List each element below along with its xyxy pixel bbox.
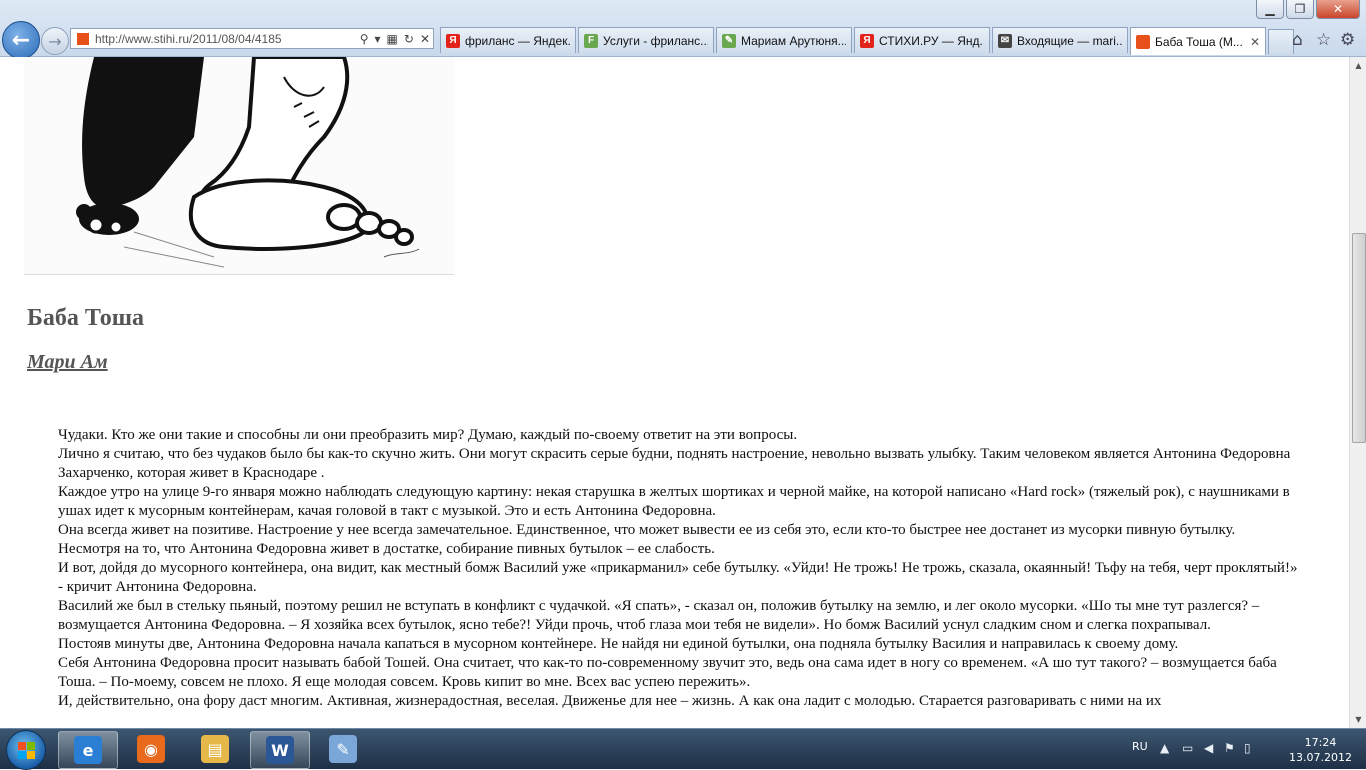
explorer-icon: ▤ [201,735,229,763]
close-window-button[interactable]: ✕ [1316,0,1360,19]
paint-icon: ✎ [329,735,357,763]
search-icon[interactable]: ⚲ [360,32,369,46]
browser-tab[interactable]: ✉ Входящие — mari... [992,27,1128,53]
tab-label: Входящие — mari... [1017,33,1122,48]
poem-paragraph: Василий же был в стельку пьяный, поэтому… [58,598,1260,633]
word-icon: W [266,736,294,764]
new-tab-button[interactable] [1268,29,1294,54]
tab-favicon-icon: F [584,33,598,48]
tab-favicon-icon: Я [446,33,460,48]
tab-label: фриланс — Яндек... [465,33,570,48]
tab-favicon-icon: ✉ [998,33,1012,48]
dropdown-arrow-icon[interactable]: ▾ [375,32,381,46]
site-favicon-icon [77,32,89,45]
start-button[interactable] [6,730,46,770]
url-text[interactable]: http://www.stihi.ru/2011/08/04/4185 [95,32,357,46]
network-icon[interactable]: ▭ [1182,741,1193,755]
tab-label: Услуги - фриланс... [603,33,708,48]
clock-time: 17:24 [1304,736,1337,749]
taskbar-app-firefox[interactable]: ◉ [122,731,180,767]
poem-paragraph: Чудаки. Кто же они такие и способны ли о… [58,427,798,443]
clock-date: 13.07.2012 [1289,751,1352,764]
maximize-button[interactable]: ❐ [1286,0,1314,19]
browser-tab[interactable]: ✎ Мариам Арутюня... [716,27,852,53]
taskbar-app-paint[interactable]: ✎ [314,731,372,767]
tab-label: СТИХИ.РУ — Янд... [879,33,984,48]
power-icon[interactable]: ▯ [1244,741,1251,755]
volume-icon[interactable]: ◀ [1204,741,1213,755]
browser-tab[interactable]: Яфриланс — Яндек... [440,27,576,53]
poem-body: Чудаки. Кто же они такие и способны ли о… [58,426,1298,711]
window-controls: ▁ ❐ ✕ [1256,0,1360,19]
address-bar[interactable]: http://www.stihi.ru/2011/08/04/4185 ⚲ ▾ … [70,28,434,49]
taskbar-app-ie[interactable]: e [58,731,118,769]
home-icon[interactable]: ⌂ [1292,30,1303,50]
system-tray: RU ▲ ▭ ◀ ⚑ ▯ 17:24 13.07.2012 [1116,729,1366,769]
scroll-down-arrow-icon[interactable]: ▼ [1350,711,1366,728]
minimize-button[interactable]: ▁ [1256,0,1284,19]
poem-paragraph: Лично я считаю, что без чудаков было бы … [58,446,1291,481]
forward-arrow-icon: → [48,31,62,51]
author-link[interactable]: Мари Ам [27,351,108,374]
browser-chrome: ▁ ❐ ✕ ← → http://www.stihi.ru/2011/08/04… [0,0,1366,59]
tab-label: Баба Тоша (М... [1155,34,1243,49]
browser-tab[interactable]: F Услуги - фриланс... [578,27,714,53]
page-viewport: Баба Тоша Мари Ам Чудаки. Кто же они так… [0,57,1349,728]
back-button[interactable]: ← [2,21,40,59]
scroll-up-arrow-icon[interactable]: ▲ [1350,57,1366,74]
tab-strip: Яфриланс — Яндек... F Услуги - фриланс... ✎… [440,27,1294,55]
tools-gear-icon[interactable]: ⚙ [1340,30,1355,50]
windows-logo-icon [18,742,26,750]
show-hidden-icons-icon[interactable]: ▲ [1160,741,1169,755]
browser-tab[interactable]: Я СТИХИ.РУ — Янд... [854,27,990,53]
compatibility-view-icon[interactable]: ▦ [387,32,398,46]
taskbar: e ◉ ▤ W ✎ RU ▲ ▭ ◀ ⚑ ▯ 17:24 13.07.2012 [0,728,1366,770]
poem-paragraph: И, действительно, она фору даст многим. … [58,693,1162,709]
taskbar-app-word[interactable]: W [250,731,310,769]
firefox-icon: ◉ [137,735,165,763]
tab-favicon-icon: ✎ [722,33,736,48]
browser-tab[interactable]: Баба Тоша (М... ✕ [1130,27,1266,55]
forward-button[interactable]: → [41,27,69,55]
action-center-flag-icon[interactable]: ⚑ [1224,741,1235,755]
vertical-scrollbar[interactable]: ▲ ▼ [1349,57,1366,728]
poem-title: Баба Тоша [27,305,145,331]
tab-label: Мариам Арутюня... [741,33,846,48]
poem-paragraph: И вот, дойдя до мусорного контейнера, он… [58,560,1298,595]
back-arrow-icon: ← [11,27,31,53]
poem-paragraph: Она всегда живет на позитиве. Настроение… [58,522,1236,557]
poem-paragraph: Постояв минуты две, Антонина Федоровна н… [58,636,1179,652]
stop-icon[interactable]: ✕ [420,32,430,46]
poem-paragraph: Каждое утро на улице 9-го января можно н… [58,484,1290,519]
language-indicator[interactable]: RU [1132,740,1148,753]
clock[interactable]: 17:24 13.07.2012 [1289,735,1352,765]
tab-favicon-icon: Я [860,33,874,48]
taskbar-app-explorer[interactable]: ▤ [186,731,244,767]
favorites-star-icon[interactable]: ☆ [1316,30,1331,50]
ie-icon: e [74,736,102,764]
scrollbar-thumb[interactable] [1352,233,1366,443]
cartoon-feet-illustration [24,57,454,275]
refresh-icon[interactable]: ↻ [404,32,414,46]
close-tab-icon[interactable]: ✕ [1250,35,1260,49]
poem-paragraph: Себя Антонина Федоровна просит называть … [58,655,1277,690]
tab-favicon-icon [1136,34,1150,49]
